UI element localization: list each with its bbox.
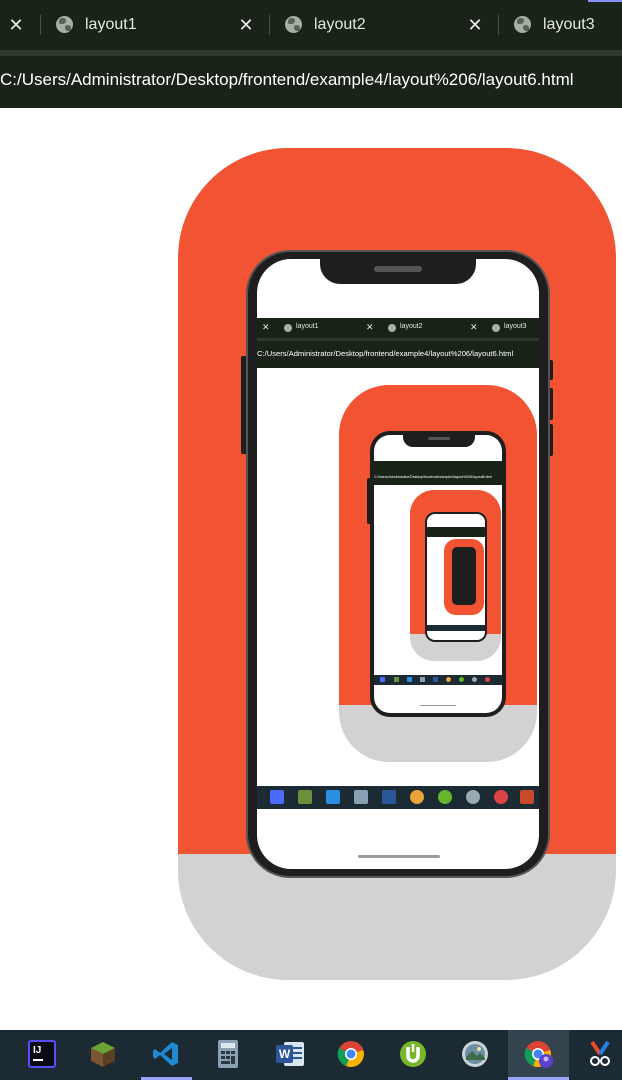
inner-tab-title: layout1 <box>296 323 319 330</box>
globe-icon <box>388 324 396 332</box>
word-icon[interactable]: W <box>276 1040 304 1068</box>
close-tab-icon: ✕ <box>366 322 374 332</box>
globe-icon <box>514 16 531 33</box>
close-tab-icon: ✕ <box>470 322 478 332</box>
tab-separator <box>40 15 41 35</box>
fourth-phone-mockup <box>452 547 476 605</box>
intellij-icon <box>270 790 284 804</box>
globe-icon <box>492 324 500 332</box>
inner-phone-address: C:/Users/Administrator/Desktop/frontend/… <box>374 471 502 485</box>
close-tab-icon[interactable]: ✕ <box>236 13 256 37</box>
chrome-icon <box>446 677 451 682</box>
globe-icon <box>284 324 292 332</box>
utorrent-icon <box>438 790 452 804</box>
tab-layout1-title[interactable]: layout1 <box>85 16 137 34</box>
inner-phone-tab-bar <box>374 461 502 471</box>
word-icon <box>433 677 438 682</box>
tab-layout2-title[interactable]: layout2 <box>314 16 366 34</box>
globe-icon <box>285 16 302 33</box>
phone-speaker <box>374 266 422 272</box>
chrome-profile-icon[interactable] <box>524 1040 553 1068</box>
tab-accent-bar <box>588 0 622 2</box>
utorrent-icon <box>459 677 464 682</box>
inner-address-url: C:/Users/Administrator/Desktop/frontend/… <box>257 349 514 358</box>
windows-taskbar: IJ W <box>0 1030 622 1080</box>
photos-icon <box>466 790 480 804</box>
utorrent-icon[interactable] <box>399 1040 427 1068</box>
tab-separator <box>498 15 499 35</box>
word-icon <box>382 790 396 804</box>
chrome-profile-icon <box>485 677 490 682</box>
snipping-tool-icon <box>520 790 534 804</box>
close-tab-icon[interactable]: ✕ <box>465 13 485 37</box>
minecraft-icon <box>298 790 312 804</box>
browser-tab-bar: ✕ layout1 ✕ layout2 ✕ layout3 <box>0 0 622 50</box>
inner-address-divider <box>257 338 539 341</box>
address-bar[interactable]: C:/Users/Administrator/Desktop/frontend/… <box>0 50 622 108</box>
chrome-profile-icon <box>494 790 508 804</box>
chrome-icon[interactable] <box>337 1040 365 1068</box>
tab-layout3-title[interactable]: layout3 <box>543 16 595 34</box>
third-phone-screen <box>427 514 485 640</box>
address-url[interactable]: C:/Users/Administrator/Desktop/frontend/… <box>0 70 574 90</box>
vscode-icon <box>326 790 340 804</box>
inner-tab-bar: ✕ layout1 ✕ layout2 ✕ layout3 <box>257 318 539 338</box>
close-tab-icon: ✕ <box>262 322 270 332</box>
third-phone-chrome <box>427 527 485 537</box>
chrome-icon <box>410 790 424 804</box>
globe-icon <box>56 16 73 33</box>
inner-phone-home-bar <box>420 705 456 706</box>
inner-address-bar: C:/Users/Administrator/Desktop/frontend/… <box>257 338 539 368</box>
calculator-icon <box>420 677 425 682</box>
calculator-icon[interactable] <box>214 1040 242 1068</box>
vscode-icon[interactable] <box>152 1040 180 1068</box>
photos-icon <box>472 677 477 682</box>
vscode-icon <box>407 677 412 682</box>
inner-phone-speaker <box>428 437 450 440</box>
inner-phone-taskbar <box>374 675 502 685</box>
inner-taskbar <box>257 786 539 809</box>
intellij-icon <box>380 677 385 682</box>
tab-separator <box>269 15 270 35</box>
minecraft-icon[interactable] <box>89 1040 117 1068</box>
calculator-icon <box>354 790 368 804</box>
inner-phone-address-url: C:/Users/Administrator/Desktop/frontend/… <box>374 475 493 479</box>
inner-tab-title: layout3 <box>504 323 527 330</box>
minecraft-icon <box>394 677 399 682</box>
third-phone-taskbar <box>427 625 485 631</box>
phone-home-bar <box>358 855 440 858</box>
inner-tab-title: layout2 <box>400 323 423 330</box>
address-bar-divider <box>0 50 622 56</box>
photos-icon[interactable] <box>461 1040 489 1068</box>
close-tab-icon[interactable]: ✕ <box>6 13 26 37</box>
intellij-icon[interactable]: IJ <box>28 1040 56 1068</box>
snipping-tool-icon[interactable] <box>586 1040 614 1068</box>
inner-phone-screen: C:/Users/Administrator/Desktop/frontend/… <box>374 435 502 713</box>
